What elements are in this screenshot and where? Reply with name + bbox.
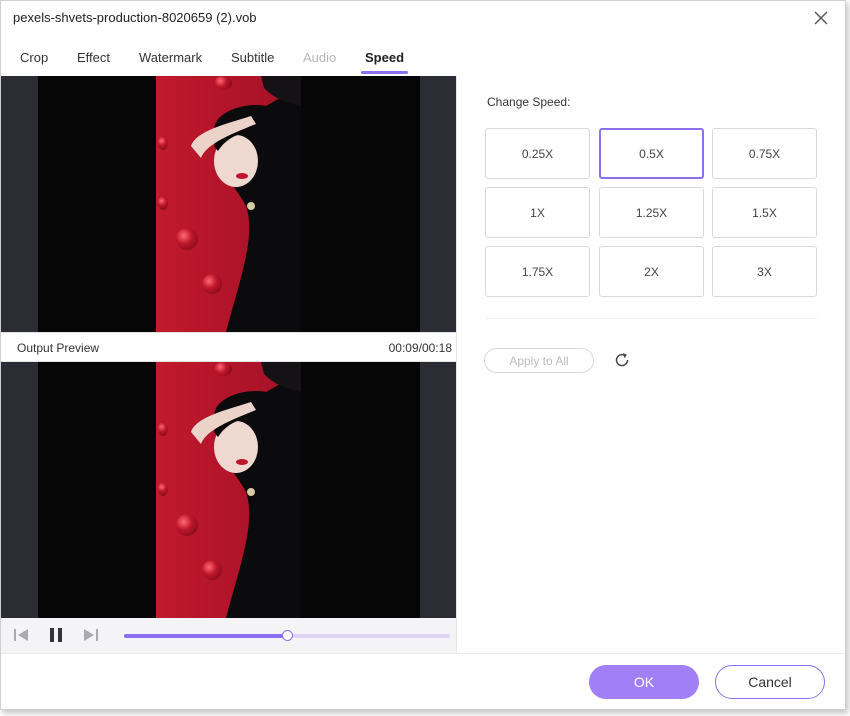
window-title: pexels-shvets-production-8020659 (2).vob bbox=[13, 10, 257, 25]
apply-to-all-button[interactable]: Apply to All bbox=[484, 348, 594, 373]
tab-audio: Audio bbox=[303, 50, 337, 65]
speed-option-1-75x[interactable]: 1.75X bbox=[485, 246, 590, 297]
next-frame-icon[interactable] bbox=[81, 627, 99, 643]
video-frame bbox=[156, 76, 301, 332]
previous-frame-icon[interactable] bbox=[13, 627, 31, 643]
speed-option-2x[interactable]: 2X bbox=[599, 246, 704, 297]
progress-slider[interactable] bbox=[124, 630, 450, 641]
output-preview-bar: Output Preview 00:09/00:18 bbox=[1, 332, 456, 362]
section-divider bbox=[485, 318, 817, 319]
speed-option-0-5x[interactable]: 0.5X bbox=[599, 128, 704, 179]
output-video[interactable] bbox=[1, 362, 456, 618]
cancel-button[interactable]: Cancel bbox=[715, 665, 825, 699]
portrait-figure bbox=[191, 76, 301, 332]
tab-crop[interactable]: Crop bbox=[20, 50, 48, 65]
speed-option-1-5x[interactable]: 1.5X bbox=[712, 187, 817, 238]
speed-dialog: pexels-shvets-production-8020659 (2).vob… bbox=[0, 0, 846, 710]
original-video[interactable] bbox=[1, 76, 456, 332]
speed-option-3x[interactable]: 3X bbox=[712, 246, 817, 297]
speed-option-1x[interactable]: 1X bbox=[485, 187, 590, 238]
tab-effect[interactable]: Effect bbox=[77, 50, 110, 65]
preview-pane: Output Preview 00:09/00:18 bbox=[1, 76, 456, 653]
speed-option-0-75x[interactable]: 0.75X bbox=[712, 128, 817, 179]
tab-speed[interactable]: Speed bbox=[365, 50, 404, 65]
output-preview-label: Output Preview bbox=[17, 341, 100, 355]
reset-icon[interactable] bbox=[613, 351, 631, 369]
playback-time: 00:09/00:18 bbox=[388, 341, 452, 355]
tab-bar: Crop Effect Watermark Subtitle Audio Spe… bbox=[1, 45, 845, 75]
video-frame bbox=[156, 362, 301, 618]
tab-subtitle[interactable]: Subtitle bbox=[231, 50, 274, 65]
dialog-footer: OK Cancel bbox=[1, 653, 845, 709]
change-speed-label: Change Speed: bbox=[487, 95, 571, 109]
active-tab-indicator bbox=[361, 71, 408, 74]
speed-panel: Change Speed: 0.25X 0.5X 0.75X 1X 1.25X … bbox=[456, 76, 845, 653]
progress-fill bbox=[124, 634, 287, 638]
progress-handle[interactable] bbox=[281, 630, 293, 641]
ok-button[interactable]: OK bbox=[589, 665, 699, 699]
close-icon[interactable] bbox=[811, 8, 831, 28]
title-bar: pexels-shvets-production-8020659 (2).vob bbox=[1, 1, 845, 35]
pause-icon[interactable] bbox=[47, 627, 65, 643]
tab-watermark[interactable]: Watermark bbox=[139, 50, 202, 65]
portrait-figure bbox=[191, 362, 301, 618]
speed-option-0-25x[interactable]: 0.25X bbox=[485, 128, 590, 179]
speed-option-1-25x[interactable]: 1.25X bbox=[599, 187, 704, 238]
playback-controls bbox=[1, 618, 456, 653]
